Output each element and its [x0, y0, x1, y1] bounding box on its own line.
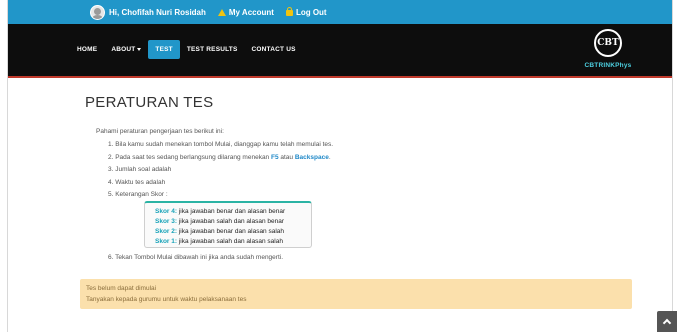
rule-5: 5. Keterangan Skor :	[108, 191, 168, 198]
avatar	[90, 4, 105, 20]
rule-2-suffix: .	[328, 153, 331, 161]
logout-link[interactable]: Log Out	[285, 7, 327, 17]
score-row: Skor 1: jika jawaban salah dan alasan sa…	[155, 237, 311, 247]
nav-about-label: ABOUT	[111, 46, 136, 53]
site-logo[interactable]: CBT CBTRINKPhys	[580, 28, 636, 74]
score-legend-box: Skor 4: jika jawaban benar dan alasan be…	[144, 201, 312, 248]
nav-about[interactable]: ABOUT	[104, 41, 148, 58]
logout-label: Log Out	[295, 7, 327, 17]
nav-menu: HOME ABOUT TEST TEST RESULTS CONTACT US	[70, 40, 303, 59]
chevron-up-icon	[662, 318, 672, 328]
chevron-down-icon	[137, 47, 142, 51]
logo-text: CBTRINKPhys	[584, 62, 632, 69]
nav-test[interactable]: TEST	[148, 40, 180, 59]
user-greeting[interactable]: Hi, Chofifah Nuri Rosidah	[90, 4, 206, 20]
my-account-label: My Account	[228, 7, 274, 17]
page-frame: Hi, Chofifah Nuri Rosidah My Account Log…	[7, 0, 673, 332]
scroll-to-top-button[interactable]	[657, 311, 677, 332]
rule-1: 1. Bila kamu sudah menekan tombol Mulai,…	[108, 141, 334, 148]
key-f5: F5	[270, 153, 279, 161]
score-row: Skor 2: jika jawaban benar dan alasan sa…	[155, 227, 311, 237]
nav-test-results[interactable]: TEST RESULTS	[180, 41, 245, 58]
score-desc: jika jawaban benar dan alasan benar	[178, 208, 286, 215]
top-bar: Hi, Chofifah Nuri Rosidah My Account Log…	[8, 0, 672, 24]
score-desc: jika jawaban salah dan alasan salah	[178, 238, 283, 245]
page-title: PERATURAN TES	[85, 94, 214, 111]
score-desc: jika jawaban benar dan alasan salah	[178, 228, 285, 235]
nav-contact-us[interactable]: CONTACT US	[245, 41, 303, 58]
score-row: Skor 3: jika jawaban salah dan alasan be…	[155, 217, 311, 227]
score-desc: jika jawaban salah dan alasan benar	[178, 218, 285, 225]
rule-2-mid: atau	[278, 153, 295, 161]
alert-line-2: Tanyakan kepada gurumu untuk waktu pelak…	[86, 296, 247, 303]
warning-icon	[217, 8, 226, 16]
rule-2: 2. Pada saat tes sedang berlangsung dila…	[108, 152, 333, 165]
rule-3: 3. Jumlah soal adalah	[108, 166, 172, 173]
rule-6: 6. Tekan Tombol Mulai dibawah ini jika a…	[108, 254, 284, 261]
user-greeting-label: Hi, Chofifah Nuri Rosidah	[109, 7, 206, 17]
lock-icon	[285, 7, 293, 16]
rule-2-prefix: 2. Pada saat tes sedang berlangsung dila…	[108, 153, 271, 161]
score-label: Skor 2:	[155, 228, 178, 235]
rules-content: Pahami peraturan pengerjaan tes berikut …	[96, 128, 333, 202]
main-navbar: HOME ABOUT TEST TEST RESULTS CONTACT US …	[8, 24, 672, 78]
key-backspace: Backspace	[294, 153, 329, 161]
warning-alert: Tes belum dapat dimulai Tanyakan kepada …	[80, 279, 632, 309]
my-account-link[interactable]: My Account	[217, 7, 274, 17]
score-row: Skor 4: jika jawaban benar dan alasan be…	[155, 207, 311, 217]
score-label: Skor 1:	[155, 238, 178, 245]
rules-intro: Pahami peraturan pengerjaan tes berikut …	[96, 128, 224, 135]
score-label: Skor 3:	[155, 218, 178, 225]
score-label: Skor 4:	[155, 208, 178, 215]
logo-mark: CBT	[594, 29, 622, 57]
nav-home[interactable]: HOME	[70, 41, 104, 58]
alert-line-1: Tes belum dapat dimulai	[86, 285, 157, 292]
rule-4: 4. Waktu tes adalah	[108, 178, 166, 186]
